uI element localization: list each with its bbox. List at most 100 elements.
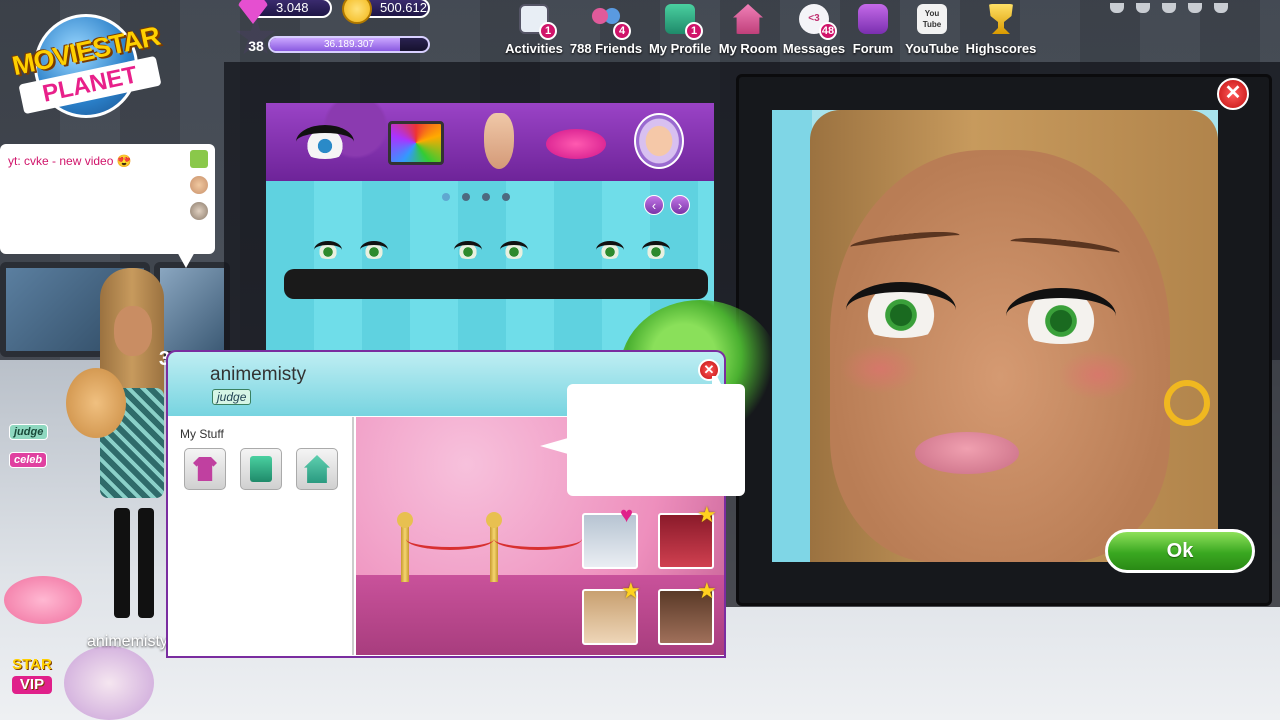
house-icon	[304, 455, 330, 483]
system-icon[interactable]	[1136, 3, 1150, 13]
pet-unicorn[interactable]	[64, 646, 154, 720]
notebook-icon	[250, 456, 272, 482]
vip-line-2: VIP	[12, 676, 52, 694]
chat-message: yt: cvke - new video 😍	[8, 154, 132, 168]
preview-left-eye	[846, 282, 956, 338]
speech-bubble-tail	[540, 438, 568, 454]
color-picker-bar[interactable]	[284, 269, 708, 299]
nose-category-button[interactable]	[468, 111, 530, 173]
star-icon: ★	[697, 502, 717, 527]
youtube-icon: You Tube	[917, 4, 947, 34]
nose-icon	[484, 113, 514, 169]
star-icon: ★	[697, 578, 717, 603]
eye-option-left-icon	[314, 241, 342, 259]
nav-activities[interactable]: 1 Activities	[499, 0, 569, 58]
clothes-button[interactable]	[184, 448, 226, 490]
eye-category-button[interactable]	[294, 111, 356, 173]
pager-dot[interactable]	[442, 193, 450, 201]
eye-option-left-icon	[454, 241, 482, 259]
star-vip-badge[interactable]: STAR VIP	[6, 656, 58, 712]
pet-icon[interactable]	[190, 202, 208, 220]
blush-compact-icon	[634, 113, 684, 169]
tshirt-icon	[193, 457, 217, 481]
starcoins-counter[interactable]: 500.612	[342, 0, 430, 24]
settings-icon[interactable]	[1188, 3, 1202, 13]
nav-label-highscores: Highscores	[965, 41, 1037, 56]
velvet-rope	[406, 528, 494, 550]
nav-friends[interactable]: 4 788 Friends	[570, 0, 642, 58]
eye-style-option[interactable]	[310, 237, 400, 269]
pager-dot[interactable]	[462, 193, 470, 201]
chat-bubble: yt: cvke - new video 😍	[0, 144, 215, 254]
avatar-username: animemisty	[87, 633, 168, 650]
eye-option-right-icon	[500, 241, 528, 259]
system-icon[interactable]	[1162, 3, 1176, 13]
heart-icon: ♥	[620, 502, 634, 527]
eye-style-option[interactable]	[592, 237, 682, 269]
preview-left-cheek	[840, 344, 920, 394]
makeup-category-bar	[266, 103, 714, 181]
xp-value: 36.189.307	[323, 39, 375, 50]
messages-badge: 48	[819, 22, 837, 40]
forum-icon	[858, 4, 888, 34]
avatar-left-boot	[114, 508, 130, 618]
my-stuff-label: My Stuff	[180, 427, 224, 441]
starcoins-value: 500.612	[380, 0, 427, 15]
pager-dot[interactable]	[482, 193, 490, 201]
previous-page-button[interactable]: ‹	[644, 195, 664, 215]
blush-category-button[interactable]	[628, 111, 690, 173]
close-editor-button[interactable]: ✕	[1217, 78, 1249, 110]
activities-badge: 1	[539, 22, 557, 40]
player-avatar[interactable]	[66, 268, 178, 623]
lips-icon	[546, 129, 606, 159]
diary-button[interactable]	[240, 448, 282, 490]
trophy-icon	[989, 4, 1013, 34]
celeb-tag: celeb	[9, 452, 48, 468]
vip-line-1: STAR	[12, 656, 52, 673]
eye-icon	[296, 125, 354, 159]
preview-right-eye	[1006, 288, 1116, 344]
eye-option-right-icon	[360, 241, 388, 259]
preview-earring	[1164, 380, 1210, 426]
ok-button[interactable]: Ok	[1105, 529, 1255, 573]
judge-tag: judge	[9, 424, 49, 440]
chat-action-icons	[190, 150, 210, 228]
nav-highscores[interactable]: Highscores	[966, 0, 1036, 58]
friends-badge: 4	[613, 22, 631, 40]
room-icon	[733, 4, 763, 34]
avatar-pet	[66, 368, 126, 438]
profile-speech-bubble	[567, 384, 745, 496]
profile-username: animemisty	[210, 364, 307, 385]
system-icons	[1110, 0, 1280, 13]
chat-bubble-tail	[176, 250, 196, 268]
face-icon[interactable]	[190, 176, 208, 194]
level-star-badge: 38	[235, 17, 276, 63]
eyeshadow-category-button[interactable]	[384, 111, 446, 173]
room-button[interactable]	[296, 448, 338, 490]
moviestarplanet-logo: MOVIESTAR PLANET	[0, 6, 172, 124]
eye-option-right-icon	[642, 241, 670, 259]
level-value: 38	[248, 38, 264, 54]
dance-icon[interactable]	[190, 150, 208, 168]
system-icon[interactable]	[1110, 3, 1124, 13]
pager-dot[interactable]	[502, 193, 510, 201]
xp-progress-bar: 36.189.307	[268, 36, 430, 53]
eye-option-left-icon	[596, 241, 624, 259]
star-icon: ★	[621, 578, 641, 603]
diamonds-counter[interactable]: 3.048	[238, 0, 332, 24]
mouse-cursor	[712, 376, 722, 386]
piggy-bank-icon[interactable]	[4, 576, 82, 624]
profile-badge: 1	[685, 22, 703, 40]
next-page-button[interactable]: ›	[670, 195, 690, 215]
profile-judge-tag: judge	[212, 389, 252, 405]
youtube-icon-text: You Tube	[922, 9, 942, 29]
lips-category-button[interactable]	[544, 111, 606, 173]
makeup-panel: ‹ ›	[266, 103, 714, 350]
preview-right-cheek	[1058, 350, 1138, 400]
velvet-rope	[494, 528, 582, 550]
messages-icon-text: <3	[808, 13, 820, 24]
diamonds-value: 3.048	[276, 0, 309, 15]
eyeshadow-palette-icon	[388, 121, 444, 165]
eye-style-option[interactable]	[450, 237, 540, 269]
system-icon[interactable]	[1214, 3, 1228, 13]
